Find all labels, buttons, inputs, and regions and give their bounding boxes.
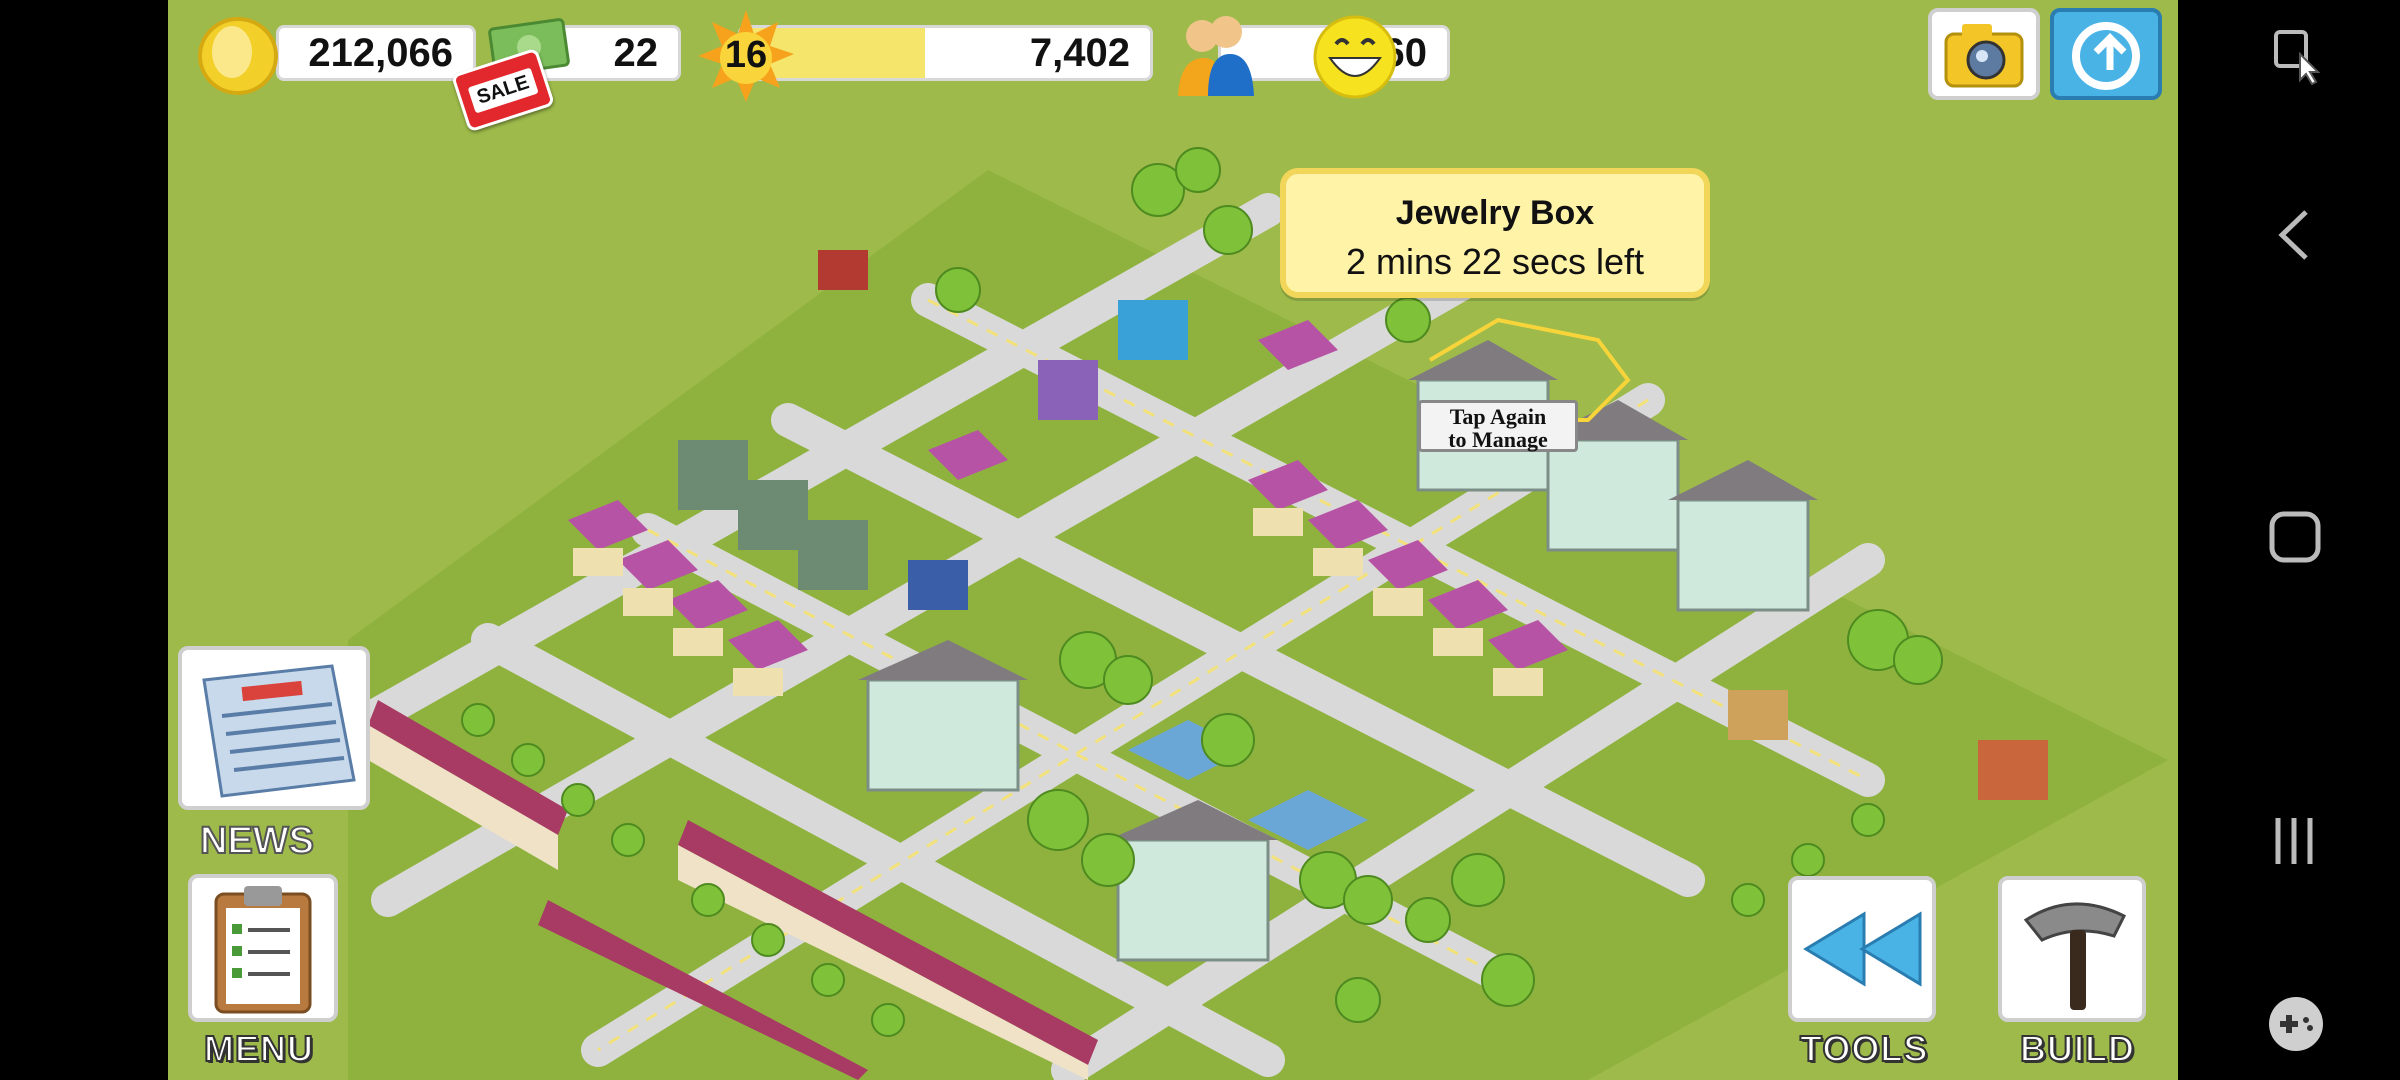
newspaper-icon (202, 664, 356, 798)
build-label: BUILD (2019, 1027, 2135, 1070)
people-icon (1178, 16, 1254, 96)
screen-record-icon[interactable] (2272, 28, 2322, 88)
xp-counter[interactable]: 7,402 (738, 25, 1153, 81)
game-launcher-icon[interactable] (2266, 994, 2326, 1054)
recent-apps-icon[interactable] (2270, 814, 2320, 868)
build-button[interactable] (1998, 876, 2146, 1022)
share-button[interactable] (2050, 8, 2162, 100)
building-tooltip: Jewelry Box 2 mins 22 secs left (1280, 168, 1710, 298)
sale-label: SALE (467, 67, 539, 113)
menu-label: MENU (203, 1027, 314, 1070)
tap-again-label[interactable]: Tap Again to Manage (1418, 400, 1578, 452)
coins-counter[interactable]: 212,066 (276, 25, 476, 81)
smiley-icon[interactable] (1310, 14, 1400, 100)
system-navigation-bar (2178, 0, 2400, 1080)
level-value: 16 (724, 34, 768, 76)
back-icon[interactable] (2274, 208, 2314, 262)
game-viewport[interactable]: Jewelry Box 2 mins 22 secs left Tap Agai… (168, 0, 2178, 1080)
tools-label: TOOLS (1799, 1027, 1929, 1070)
news-label: NEWS (199, 819, 315, 863)
hammer-icon (2023, 902, 2127, 1010)
camera-button[interactable] (1928, 8, 2040, 100)
tap-again-line1: Tap Again (1449, 404, 1547, 429)
menu-button[interactable] (188, 874, 338, 1022)
coin-icon (198, 17, 278, 95)
rewind-icon (1803, 911, 1922, 987)
clipboard-icon (214, 886, 312, 1014)
news-button[interactable] (178, 646, 370, 810)
tools-button[interactable] (1788, 876, 1936, 1022)
xp-value: 7,402 (1029, 30, 1130, 75)
cash-value: 22 (613, 30, 659, 75)
home-icon[interactable] (2268, 510, 2322, 564)
tap-again-line2: to Manage (1448, 427, 1548, 452)
tooltip-title: Jewelry Box (1395, 194, 1595, 232)
camera-icon (1944, 24, 2024, 88)
share-icon (2072, 22, 2140, 90)
tooltip-timer: 2 mins 22 secs left (1345, 241, 1645, 282)
coins-value: 212,066 (308, 30, 453, 75)
